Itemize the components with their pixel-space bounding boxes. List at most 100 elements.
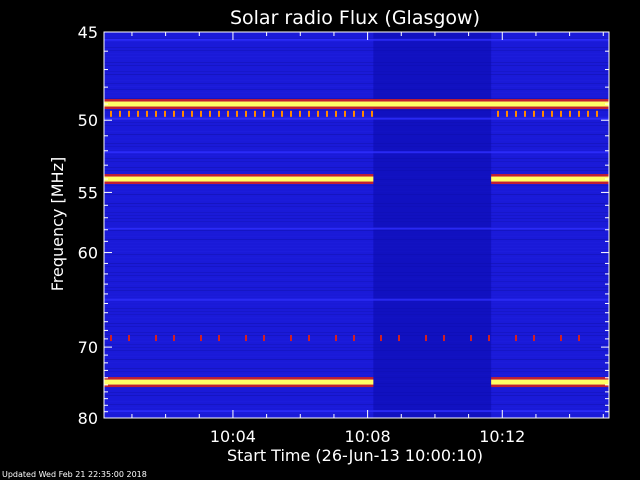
heatmap-row [104, 314, 609, 315]
spike-mark [569, 110, 571, 117]
spike-mark [173, 335, 175, 342]
heatmap-row [104, 392, 609, 393]
spike-mark [380, 335, 382, 342]
heatmap-row [104, 365, 609, 366]
heatmap-row [104, 41, 609, 42]
y-axis-label: Frequency [MHz] [48, 157, 67, 291]
x-tick-label: 10:04 [210, 427, 256, 446]
heatmap-row [104, 404, 609, 405]
spike-mark [398, 335, 400, 342]
heatmap-row [104, 59, 609, 60]
spike-mark [164, 110, 166, 117]
heatmap-row [104, 86, 609, 87]
heatmap-row [104, 158, 609, 159]
heatmap-row [104, 68, 609, 69]
heatmap-row [104, 287, 609, 288]
y-tick-label: 55 [78, 183, 98, 202]
spike-mark [146, 110, 148, 117]
spike-mark [263, 335, 265, 342]
heatmap-row [104, 344, 609, 345]
heatmap-row [104, 191, 609, 192]
heatmap-row [104, 260, 609, 261]
heatmap-row [104, 368, 609, 369]
heatmap-row [104, 203, 609, 204]
heatmap-row [104, 47, 609, 48]
spike-mark [272, 110, 274, 117]
heatmap-row [104, 200, 609, 201]
y-tick-label: 70 [78, 338, 98, 357]
spike-mark [254, 110, 256, 117]
heatmap-row [104, 257, 609, 258]
heatmap-row [104, 332, 609, 333]
spike-mark [362, 110, 364, 117]
spike-mark [326, 110, 328, 117]
spike-mark [578, 335, 580, 342]
heatmap-row [104, 62, 609, 63]
heatmap-row [104, 233, 609, 234]
heatmap-row [104, 206, 609, 207]
heatmap-row [104, 389, 609, 390]
spike-mark [344, 110, 346, 117]
heatmap-row [104, 50, 609, 51]
spike-mark [443, 335, 445, 342]
heatmap-row [104, 149, 609, 150]
x-tick-label: 10:08 [345, 427, 391, 446]
spike-mark [425, 335, 427, 342]
interrupted-band [491, 176, 609, 182]
heatmap-row [104, 143, 609, 144]
heatmap-row [104, 326, 609, 327]
heatmap-row [104, 341, 609, 342]
heatmap-row [104, 98, 609, 99]
spike-mark [137, 110, 139, 117]
continuous-band [104, 101, 609, 107]
heatmap-row [104, 80, 609, 81]
heatmap-row [104, 263, 609, 264]
spike-mark [524, 110, 526, 117]
heatmap-row [104, 281, 609, 282]
heatmap-row [104, 146, 609, 147]
spike-mark [533, 335, 535, 342]
heatmap-row [104, 212, 609, 213]
heatmap-row [104, 308, 609, 309]
spike-mark [155, 335, 157, 342]
heatmap-row [104, 35, 609, 36]
spike-mark [200, 335, 202, 342]
spike-mark [578, 110, 580, 117]
weak-band [104, 410, 609, 413]
spike-mark [515, 110, 517, 117]
heatmap-row [104, 296, 609, 297]
heatmap-row [104, 290, 609, 291]
heatmap-row [104, 329, 609, 330]
spike-mark [542, 110, 544, 117]
heatmap-row [104, 128, 609, 129]
heatmap-row [104, 170, 609, 171]
spike-mark [335, 110, 337, 117]
spike-mark [227, 110, 229, 117]
updated-timestamp: Updated Wed Feb 21 22:35:00 2018 [2, 470, 147, 479]
heatmap-row [104, 131, 609, 132]
heatmap-row [104, 161, 609, 162]
spike-mark [128, 335, 130, 342]
x-tick-label: 10:12 [479, 427, 525, 446]
heatmap-row [104, 197, 609, 198]
heatmap-row [104, 44, 609, 45]
spike-mark [371, 110, 373, 117]
heatmap-row [104, 188, 609, 189]
heatmap-row [104, 155, 609, 156]
spike-mark [560, 335, 562, 342]
spike-mark [596, 110, 598, 117]
heatmap-row [104, 185, 609, 186]
heatmap-row [104, 218, 609, 219]
spike-mark [191, 110, 193, 117]
heatmap-row [104, 317, 609, 318]
heatmap-row [104, 356, 609, 357]
heatmap-row [104, 221, 609, 222]
heatmap-row [104, 407, 609, 408]
heatmap-row [104, 275, 609, 276]
heatmap-row [104, 401, 609, 402]
weak-band [104, 227, 609, 230]
heatmap-row [104, 224, 609, 225]
heatmap-row [104, 323, 609, 324]
spike-mark [353, 335, 355, 342]
spike-mark [497, 110, 499, 117]
